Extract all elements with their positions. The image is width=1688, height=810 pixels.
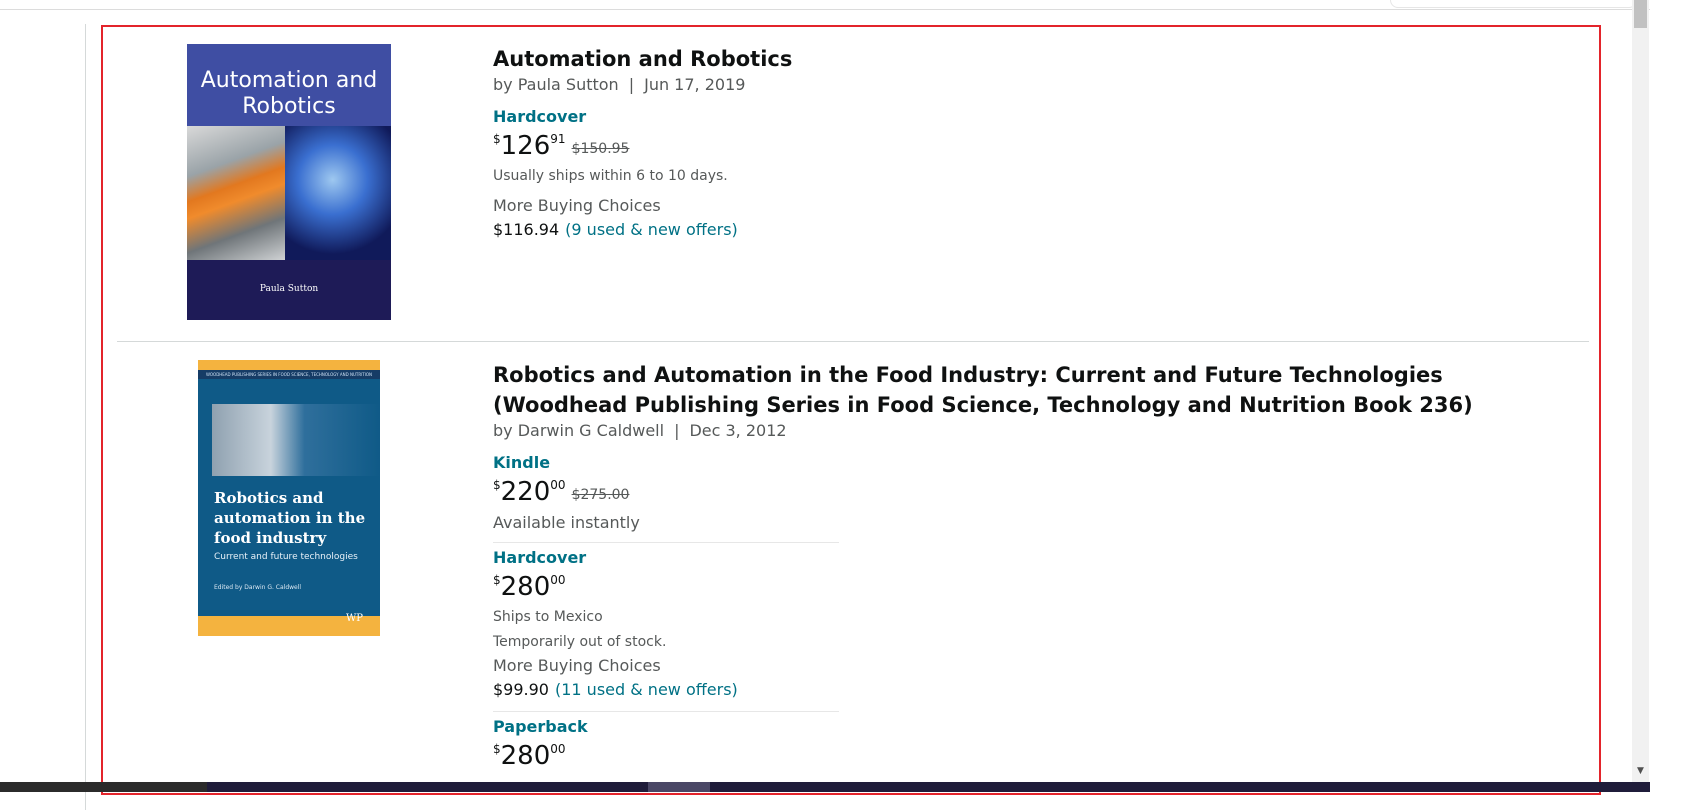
selection-highlight-box [101,25,1601,795]
taskbar-active-app[interactable] [648,782,710,792]
taskbar-start-area[interactable] [0,782,207,792]
taskbar [0,782,1650,792]
scrollbar-thumb[interactable] [1634,0,1647,28]
sidebar-divider [85,24,86,810]
search-box-edge[interactable] [1390,0,1637,8]
triangle-down-icon[interactable]: ▼ [1634,765,1647,777]
vertical-scrollbar[interactable] [1632,0,1649,782]
